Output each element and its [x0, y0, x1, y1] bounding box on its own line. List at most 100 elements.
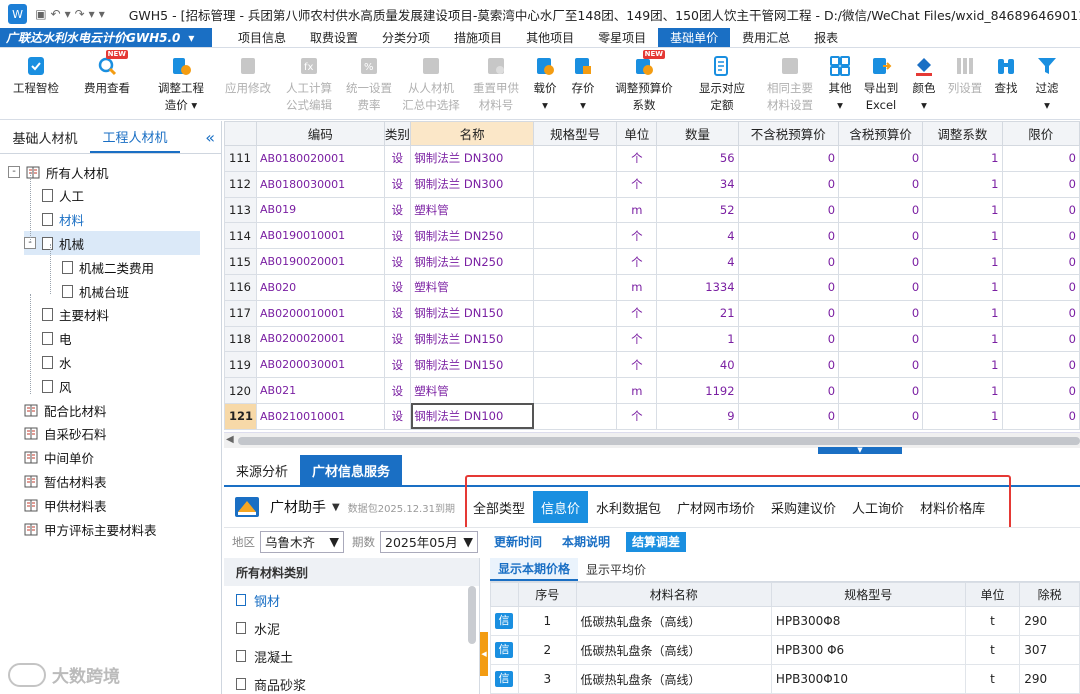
- cell-cat[interactable]: 设: [383, 299, 412, 327]
- cell-coef[interactable]: 1: [922, 351, 1003, 379]
- cell-code[interactable]: AB0200030001: [256, 351, 385, 379]
- tree-item[interactable]: 风: [42, 374, 72, 398]
- collapse-panel-icon[interactable]: «: [180, 121, 221, 153]
- price-row[interactable]: 信 3 低碳热轧盘条（高线） HPB300Φ10 t 290: [490, 664, 1080, 694]
- cell-code[interactable]: AB020: [256, 273, 385, 301]
- cell-p1[interactable]: 0: [737, 196, 840, 224]
- cell-spec[interactable]: [533, 248, 618, 275]
- menu-item[interactable]: 其他项目: [514, 28, 586, 47]
- menu-item[interactable]: 项目信息: [226, 28, 298, 47]
- price-row[interactable]: 信 1 低碳热轧盘条（高线） HPB300Φ8 t 290: [490, 606, 1080, 636]
- ribbon-button-grid[interactable]: 其他 ▾: [822, 48, 858, 119]
- period-select[interactable]: 2025年05月 ▼: [380, 530, 478, 553]
- cell-spec[interactable]: HPB300Φ8: [770, 606, 966, 636]
- cell-code[interactable]: AB0210010001: [256, 402, 385, 430]
- table-row[interactable]: 111 AB0180020001 设钢制法兰 DN300 个 56 0 0 1 0: [224, 145, 1080, 172]
- cell-unit[interactable]: 个: [616, 170, 658, 198]
- table-row[interactable]: 112 AB0180030001 设钢制法兰 DN300 个 34 0 0 1 0: [224, 170, 1080, 198]
- cell-no[interactable]: 112: [224, 170, 258, 198]
- ribbon-button-binoculars[interactable]: 查找: [986, 48, 1026, 119]
- ribbon-button-export-excel[interactable]: 导出到 Excel: [858, 48, 904, 119]
- table-row[interactable]: 117 AB0200010001 设钢制法兰 DN150 个 21 0 0 1 0: [224, 299, 1080, 327]
- cell-name[interactable]: 钢制法兰 DN250: [410, 222, 535, 250]
- cell-name[interactable]: 塑料管: [410, 273, 535, 301]
- cell-code[interactable]: AB019: [256, 196, 385, 224]
- cell-code[interactable]: AB0200010001: [256, 299, 385, 327]
- cell-code[interactable]: AB0190010001: [256, 222, 385, 250]
- period-explain-button[interactable]: 本期说明: [558, 532, 614, 552]
- cell-qty[interactable]: 1: [656, 325, 739, 353]
- cell-unit[interactable]: t: [964, 664, 1021, 694]
- cell-name[interactable]: 低碳热轧盘条（高线）: [575, 635, 772, 665]
- price-type-tab[interactable]: 全部类型: [465, 491, 533, 523]
- cell-qty[interactable]: 1192: [656, 377, 739, 404]
- cell-p1[interactable]: 0: [737, 299, 840, 327]
- cell-limit[interactable]: 0: [1001, 145, 1080, 172]
- menu-item[interactable]: 费用汇总: [730, 28, 802, 47]
- cell-spec[interactable]: [533, 196, 618, 224]
- cell-qty[interactable]: 21: [656, 299, 739, 327]
- cell-price[interactable]: 307: [1019, 635, 1080, 665]
- menu-item[interactable]: 分类分项: [370, 28, 442, 47]
- menu-item[interactable]: 取费设置: [298, 28, 370, 47]
- tree-item[interactable]: 机械二类费用: [62, 255, 154, 279]
- cell-cat[interactable]: 设: [383, 196, 412, 224]
- column-header[interactable]: 编码: [256, 121, 385, 146]
- price-type-tab[interactable]: 广材网市场价: [669, 491, 763, 523]
- cell-limit[interactable]: 0: [1001, 222, 1080, 250]
- cell-code[interactable]: AB0190020001: [256, 248, 385, 275]
- tree-item[interactable]: 人工: [42, 184, 84, 208]
- cell-spec[interactable]: [533, 170, 618, 198]
- cell-unit[interactable]: 个: [616, 145, 658, 172]
- cell-no[interactable]: 120: [224, 377, 258, 404]
- price-column-header[interactable]: [490, 582, 519, 607]
- price-view-tab[interactable]: 显示平均价: [578, 558, 654, 581]
- cell-code[interactable]: AB021: [256, 377, 385, 404]
- price-type-tab[interactable]: 人工询价: [844, 491, 912, 523]
- settlement-adjust-button[interactable]: 结算调差: [626, 531, 687, 552]
- cell-coef[interactable]: 1: [922, 145, 1003, 172]
- menu-item[interactable]: 零星项目: [586, 28, 658, 47]
- table-row[interactable]: 114 AB0190010001 设钢制法兰 DN250 个 4 0 0 1 0: [224, 222, 1080, 250]
- cell-qty[interactable]: 56: [656, 145, 739, 172]
- price-column-header[interactable]: 序号: [517, 582, 577, 607]
- ribbon-button-check-shield[interactable]: 工程智检: [0, 48, 72, 119]
- tree-item[interactable]: - 所有人材机: [8, 160, 109, 184]
- category-item[interactable]: 商品砂浆: [224, 670, 479, 694]
- cell-unit[interactable]: m: [616, 377, 658, 404]
- horizontal-scrollbar[interactable]: ◀: [224, 432, 1080, 448]
- tab-project-resources[interactable]: 工程人材机: [90, 121, 180, 153]
- cell-p2[interactable]: 0: [838, 170, 924, 198]
- cell-coef[interactable]: 1: [922, 248, 1003, 275]
- cell-qty[interactable]: 34: [656, 170, 739, 198]
- cell-no[interactable]: 114: [224, 222, 258, 250]
- cell-cat[interactable]: 设: [383, 402, 412, 430]
- cell-no[interactable]: 117: [224, 299, 258, 327]
- cell-cat[interactable]: 设: [383, 170, 412, 198]
- tree-item[interactable]: 主要材料: [42, 303, 109, 327]
- cell-p1[interactable]: 0: [737, 377, 840, 404]
- tree-item[interactable]: 甲方评标主要材料表: [24, 517, 157, 541]
- column-header[interactable]: 含税预算价: [838, 121, 924, 146]
- cell-spec[interactable]: HPB300Φ10: [770, 664, 966, 694]
- cell-name[interactable]: 低碳热轧盘条（高线）: [575, 606, 772, 636]
- price-column-header[interactable]: 材料名称: [575, 582, 772, 607]
- cell-qty[interactable]: 1334: [656, 273, 739, 301]
- cell-qty[interactable]: 4: [656, 222, 739, 250]
- undo-icon[interactable]: ↶▾: [51, 7, 75, 21]
- cell-p1[interactable]: 0: [737, 273, 840, 301]
- price-type-tab[interactable]: 水利数据包: [588, 491, 669, 523]
- cell-p2[interactable]: 0: [838, 402, 924, 430]
- table-row[interactable]: 118 AB0200020001 设钢制法兰 DN150 个 1 0 0 1 0: [224, 325, 1080, 353]
- price-column-header[interactable]: 单位: [964, 582, 1021, 607]
- cell-no[interactable]: 116: [224, 273, 258, 301]
- column-header[interactable]: 不含税预算价: [737, 121, 840, 146]
- table-row[interactable]: 113 AB019 设塑料管 m 52 0 0 1 0: [224, 196, 1080, 224]
- cell-p1[interactable]: 0: [737, 145, 840, 172]
- cell-spec[interactable]: [533, 145, 618, 172]
- cell-p2[interactable]: 0: [838, 222, 924, 250]
- category-item[interactable]: 水泥: [224, 614, 479, 642]
- cell-price[interactable]: 290: [1019, 664, 1080, 694]
- cell-no[interactable]: 111: [224, 145, 258, 172]
- cell-limit[interactable]: 0: [1001, 170, 1080, 198]
